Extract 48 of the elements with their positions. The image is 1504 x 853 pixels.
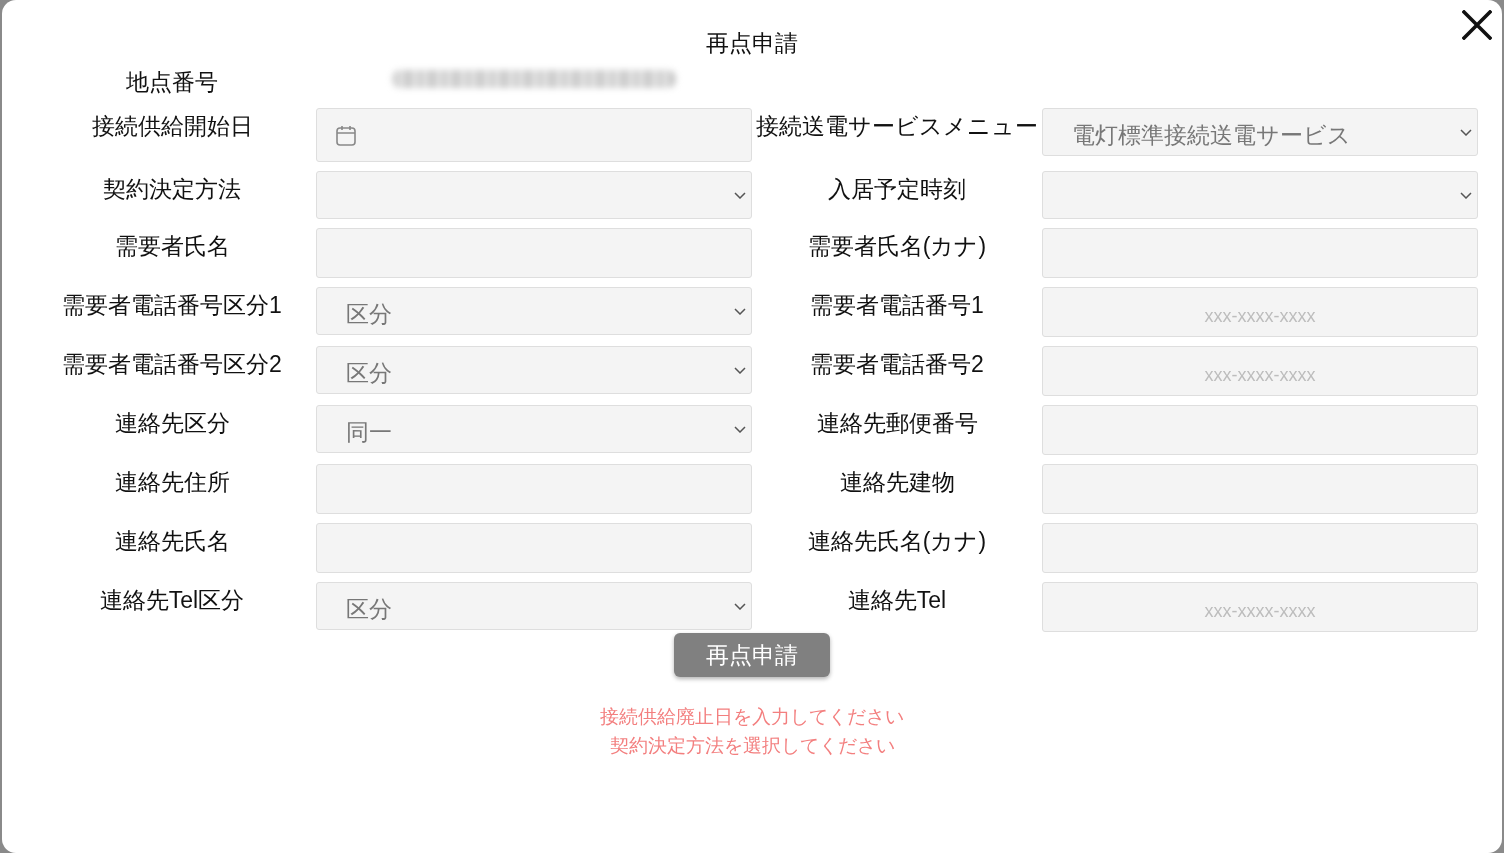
select-field[interactable]: 電灯標準接続送電サービス xyxy=(1042,108,1478,156)
chevron-down-icon xyxy=(734,602,746,610)
field-label: 連絡先区分 xyxy=(113,409,231,438)
input-field[interactable] xyxy=(1042,523,1478,573)
chevron-down-icon xyxy=(1460,191,1472,199)
field-label: 需要者氏名(カナ) xyxy=(806,232,988,261)
field-label: 連絡先氏名(カナ) xyxy=(806,527,988,556)
field-label: 需要者電話番号区分1 xyxy=(61,291,283,320)
submit-button[interactable]: 再点申請 xyxy=(674,633,830,677)
field-label: 接続送電サービスメニュー xyxy=(755,112,1039,141)
input-field[interactable] xyxy=(316,523,752,573)
error-message: 接続供給廃止日を入力してください xyxy=(600,705,904,729)
input-field[interactable] xyxy=(316,228,752,278)
input-field[interactable] xyxy=(1042,464,1478,514)
chevron-down-icon xyxy=(734,191,746,199)
select-field[interactable]: 区分 xyxy=(316,287,752,335)
field-label: 連絡先Tel区分 xyxy=(98,586,246,615)
dialog-title: 再点申請 xyxy=(706,29,798,58)
field-label: 連絡先郵便番号 xyxy=(815,409,979,438)
input-field[interactable] xyxy=(1042,228,1478,278)
chevron-down-icon xyxy=(734,425,746,433)
select-field[interactable]: 区分 xyxy=(316,582,752,630)
select-field[interactable] xyxy=(316,171,752,219)
chevron-down-icon xyxy=(1460,128,1472,136)
field-label: 入居予定時刻 xyxy=(827,175,967,204)
field-label: 契約決定方法 xyxy=(102,175,242,204)
date-field[interactable] xyxy=(316,108,752,162)
input-field[interactable] xyxy=(1042,405,1478,455)
field-label: 連絡先住所 xyxy=(113,468,231,497)
field-label: 需要者電話番号2 xyxy=(809,350,985,379)
field-label: 接続供給開始日 xyxy=(90,112,254,141)
select-field[interactable] xyxy=(1042,171,1478,219)
field-label: 需要者電話番号区分2 xyxy=(61,350,283,379)
select-field[interactable]: 区分 xyxy=(316,346,752,394)
close-icon xyxy=(1462,10,1492,40)
chevron-down-icon xyxy=(734,307,746,315)
error-message: 契約決定方法を選択してください xyxy=(609,734,895,758)
field-label: 連絡先氏名 xyxy=(113,527,231,556)
field-label: 連絡先建物 xyxy=(838,468,956,497)
input-field[interactable] xyxy=(316,464,752,514)
field-label: 連絡先Tel xyxy=(846,586,948,615)
field-label: 需要者氏名 xyxy=(113,232,231,261)
calendar-icon xyxy=(336,124,356,146)
chevron-down-icon xyxy=(734,366,746,374)
select-field[interactable]: 同一 xyxy=(316,405,752,453)
close-button[interactable] xyxy=(1462,10,1492,40)
field-label: 地点番号 xyxy=(125,68,219,97)
field-label: 需要者電話番号1 xyxy=(809,291,985,320)
